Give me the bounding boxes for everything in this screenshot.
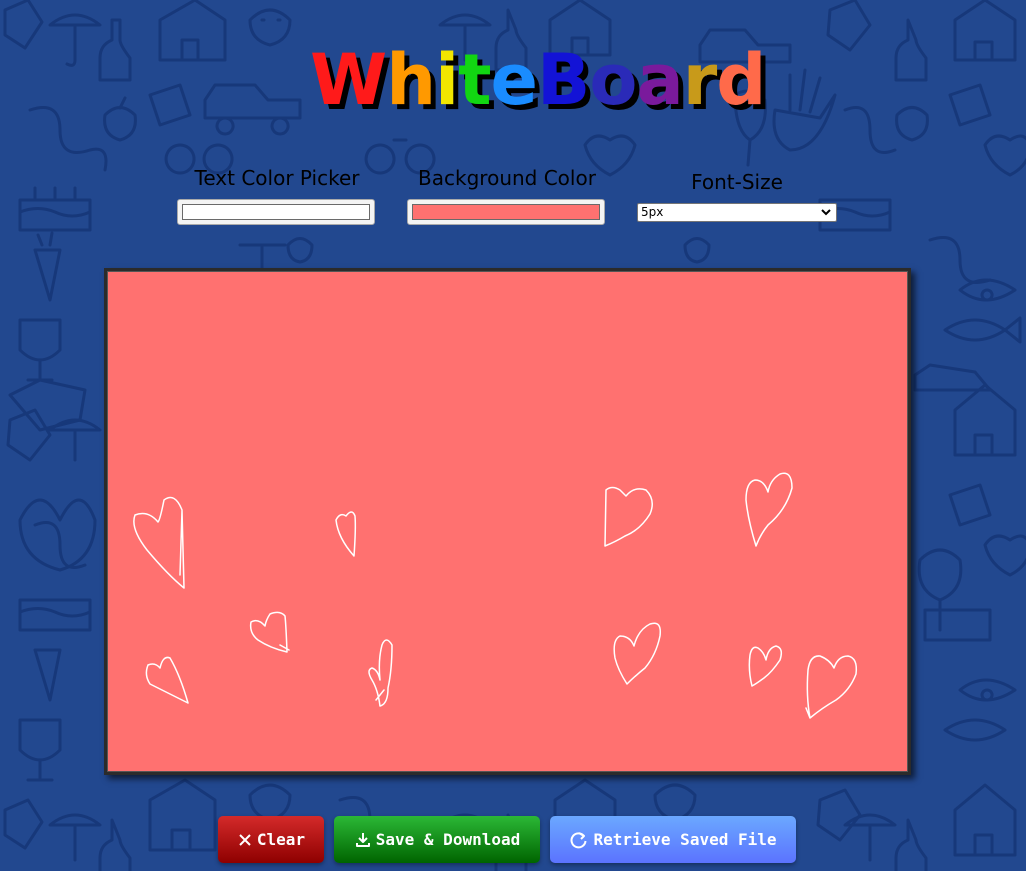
drawn-heart <box>805 655 858 719</box>
skull-icon <box>286 237 314 264</box>
logo-letter: h <box>386 39 436 121</box>
umbrella-icon <box>843 813 897 862</box>
skull-icon <box>248 8 292 47</box>
trophy-icon <box>18 318 62 382</box>
logo-letter: o <box>589 39 637 121</box>
font-size-value: 5px <box>641 205 664 219</box>
logo-letter: e <box>490 39 538 121</box>
eye-icon <box>958 678 1017 702</box>
download-icon <box>355 832 370 847</box>
snake-icon <box>843 106 897 154</box>
house-icon <box>953 0 1017 62</box>
gem-icon <box>948 483 992 527</box>
font-size-select[interactable]: 5px <box>637 203 837 222</box>
gem-icon <box>826 0 872 52</box>
bottle-icon <box>98 818 132 871</box>
canvas-drawing <box>133 472 858 719</box>
x-icon <box>239 833 251 846</box>
clear-button[interactable]: Clear <box>218 816 324 863</box>
logo-letter: r <box>682 39 718 121</box>
whiteboard-logo: WhiteBoard <box>310 38 766 122</box>
skull-icon <box>248 783 292 822</box>
skull-icon <box>653 783 697 822</box>
drawing-canvas[interactable] <box>104 268 911 775</box>
carrot-icon <box>33 648 62 702</box>
gem-icon <box>816 788 862 842</box>
drawn-heart <box>133 496 185 589</box>
tree-icon <box>917 548 963 632</box>
gem-icon <box>148 83 192 127</box>
font-size-label: Font-Size <box>691 170 783 194</box>
logo-letter: i <box>435 39 459 121</box>
drawn-heart <box>613 622 662 685</box>
snake-icon <box>28 106 108 172</box>
background-color-picker[interactable] <box>407 199 605 225</box>
retrieve-saved-file-button[interactable]: Retrieve Saved File <box>550 816 796 863</box>
carrot-icon <box>33 231 62 302</box>
fish-icon <box>943 316 1022 344</box>
eye-icon <box>958 278 1017 302</box>
umbrella-icon <box>48 418 102 462</box>
snake-icon <box>928 236 992 284</box>
house-icon <box>953 383 1017 457</box>
trophy-icon <box>18 718 62 782</box>
text-color-label: Text Color Picker <box>194 166 360 190</box>
gem-icon <box>3 798 44 850</box>
umbrella-icon <box>48 13 102 67</box>
car-icon <box>203 83 302 136</box>
retrieve-button-label: Retrieve Saved File <box>593 830 777 849</box>
fish-icon <box>943 718 1007 742</box>
snake-icon <box>33 521 87 569</box>
drawn-heart <box>335 511 357 557</box>
logo-letter: t <box>458 39 491 121</box>
drawn-heart <box>368 639 393 707</box>
gem-icon <box>6 408 52 462</box>
house-icon <box>148 778 217 852</box>
save-download-button[interactable]: Save & Download <box>334 816 540 863</box>
save-download-button-label: Save & Download <box>375 830 521 849</box>
logo-letter: a <box>636 39 683 121</box>
cat-icon <box>8 378 87 432</box>
apple-icon <box>103 96 137 142</box>
background-color-swatch <box>412 204 600 220</box>
gem-icon <box>948 83 992 127</box>
house-icon <box>158 0 227 62</box>
bottle-icon <box>894 818 928 871</box>
drawn-heart <box>249 611 290 653</box>
cake-icon <box>18 598 92 632</box>
apple-icon <box>895 106 929 142</box>
heart-icon <box>983 534 1026 577</box>
logo-letter: d <box>716 39 766 121</box>
house-icon <box>953 783 1017 857</box>
hand-icon <box>772 68 837 152</box>
cake-icon <box>923 608 992 642</box>
logo-letter: B <box>537 39 590 121</box>
skull-icon <box>683 237 711 264</box>
drawn-heart <box>604 486 653 547</box>
bottle-icon <box>894 18 928 82</box>
umbrella-icon <box>48 813 102 862</box>
clear-button-label: Clear <box>256 830 306 849</box>
text-color-swatch <box>182 204 370 220</box>
car-icon <box>913 363 992 392</box>
chevron-down-icon <box>821 209 831 216</box>
logo-letter: W <box>310 39 387 121</box>
cake-icon <box>18 186 92 232</box>
bottle-icon <box>98 18 132 82</box>
drawn-heart <box>748 645 783 687</box>
gem-icon <box>3 0 44 50</box>
drawn-heart <box>145 656 189 704</box>
background-color-label: Background Color <box>418 166 596 190</box>
drawn-heart <box>745 472 793 547</box>
hand-icon <box>18 498 97 572</box>
refresh-icon <box>571 831 587 848</box>
text-color-picker[interactable] <box>177 199 375 225</box>
heart-icon <box>983 134 1026 177</box>
